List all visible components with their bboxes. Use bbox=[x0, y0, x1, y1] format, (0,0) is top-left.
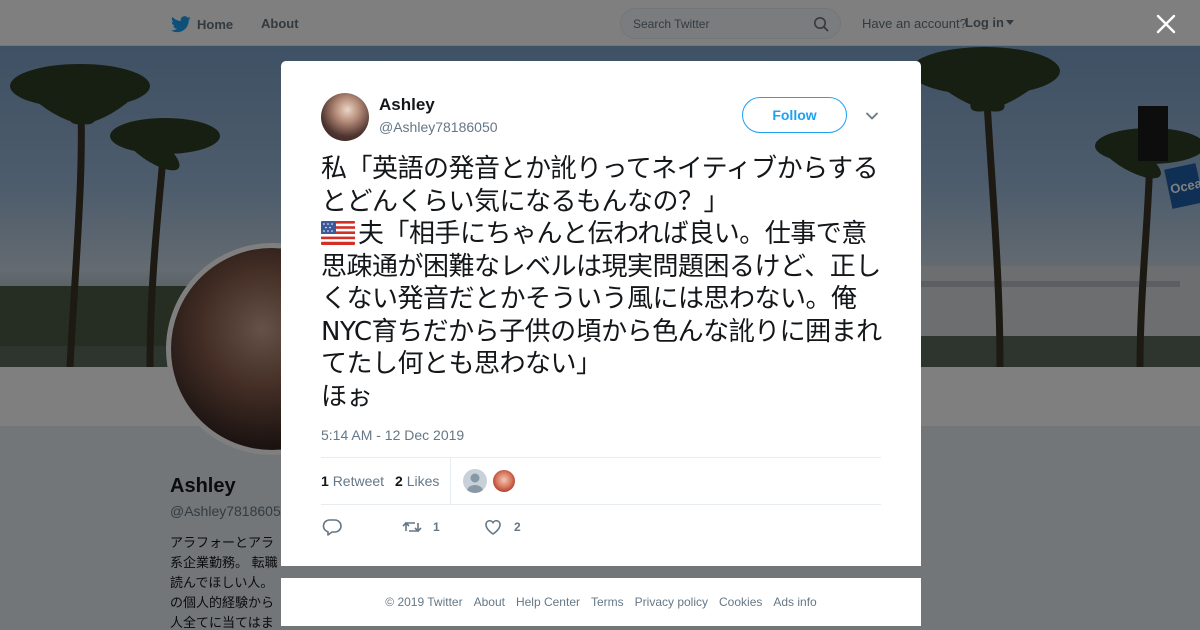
tweet-timestamp[interactable]: 5:14 AM - 12 Dec 2019 bbox=[321, 427, 464, 443]
like-action-count: 2 bbox=[514, 520, 521, 534]
retweet-action-count: 1 bbox=[433, 520, 440, 534]
retweet-button[interactable]: 1 bbox=[401, 516, 440, 538]
retweet-stat-label: Retweet bbox=[332, 473, 385, 489]
likes-stat-label: Likes bbox=[406, 473, 440, 489]
author-handle[interactable]: @Ashley78186050 bbox=[379, 119, 498, 135]
reply-icon[interactable] bbox=[321, 516, 343, 538]
author-avatar[interactable] bbox=[321, 93, 369, 141]
tweet-text-part-2: 夫「相手にちゃんと伝われば良い。仕事で意思疎通が困難なレベルは現実問題困るけど、… bbox=[321, 219, 882, 412]
heart-icon bbox=[485, 519, 501, 535]
us-flag-icon bbox=[321, 221, 355, 245]
footer-link-about[interactable]: About bbox=[474, 595, 505, 609]
tweet-stats: 1 Retweet 2 Likes bbox=[321, 457, 881, 505]
likes-stat[interactable]: 2 Likes bbox=[395, 473, 439, 489]
liker-avatar[interactable] bbox=[463, 469, 487, 493]
follow-button[interactable]: Follow bbox=[742, 97, 847, 133]
chevron-down-icon[interactable] bbox=[864, 108, 880, 124]
retweet-count: 1 bbox=[321, 473, 329, 489]
tweet-text-part-1: 私「英語の発音とか訛りってネイティブからするとどんくらい気になるもんなの？」 bbox=[321, 154, 879, 217]
tweet-text: 私「英語の発音とか訛りってネイティブからするとどんくらい気になるもんなの？」 夫… bbox=[321, 153, 886, 413]
footer-link-help-center[interactable]: Help Center bbox=[516, 595, 580, 609]
modal-footer: © 2019 Twitter About Help Center Terms P… bbox=[281, 578, 921, 626]
likes-count: 2 bbox=[395, 473, 403, 489]
footer-link-terms[interactable]: Terms bbox=[591, 595, 624, 609]
footer-link-privacy-policy[interactable]: Privacy policy bbox=[635, 595, 708, 609]
close-icon[interactable] bbox=[1155, 13, 1177, 35]
footer-link-ads-info[interactable]: Ads info bbox=[773, 595, 816, 609]
author-name[interactable]: Ashley bbox=[379, 95, 435, 115]
footer-copyright: © 2019 Twitter bbox=[385, 595, 463, 609]
footer-link-cookies[interactable]: Cookies bbox=[719, 595, 762, 609]
tweet-modal: Ashley @Ashley78186050 Follow 私「英語の発音とか訛… bbox=[281, 61, 921, 566]
stats-divider bbox=[450, 458, 451, 504]
retweet-icon bbox=[402, 521, 422, 533]
liker-avatar[interactable] bbox=[492, 469, 516, 493]
retweet-stat[interactable]: 1 Retweet bbox=[321, 473, 384, 489]
tweet-actions: 1 2 bbox=[321, 516, 621, 538]
default-user-icon bbox=[467, 473, 483, 493]
like-button[interactable]: 2 bbox=[482, 516, 521, 538]
